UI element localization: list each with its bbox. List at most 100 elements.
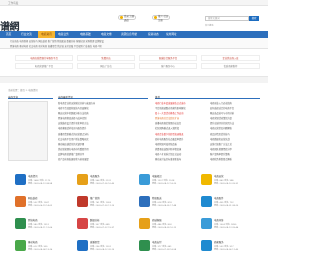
header: 谱網 登录 注册通道 推介 社员注册 搜索关键词 搜索 热门搜索: [0,6,268,33]
tile-title[interactable]: 商城客服 [152,218,162,222]
ad-slot[interactable]: 商城综合服务平台 [139,55,197,61]
tile-updated: 更新: 2020-08-09 10:12 [152,227,177,229]
tile-title[interactable]: 电商运营 [214,174,224,178]
ad-row-1: 电商在线资源共享服务平台 免费开店 商城综合服务平台 企业供应商入驻 [15,55,260,62]
hot-keywords: 热门搜索: [205,24,215,27]
tile-updated: 更新: 2020-08-12 20:15 [90,249,115,251]
truck-icon [139,196,150,207]
category-tile[interactable]: 电商服务 文章: 964 浏览: 2131 更新: 2020-07-26 10:45 [77,172,137,192]
category-tile[interactable]: 电商资讯 文章: 1680 浏览: 1175 更新: 2020-08-13 08:5… [15,172,75,192]
globe-icon [15,218,26,229]
tile-updated: 更新: 2020-06-19 14:02 [28,205,53,207]
tile-updated: 更新: 2020-08-13 09:44 [214,227,239,229]
tile-updated: 更新: 2020-07-22 15:37 [90,227,115,229]
feature-image[interactable] [8,101,48,161]
qa-icon [201,218,212,229]
ad-slot[interactable]: 免费开店 [77,55,135,61]
tile-title[interactable]: 移动电商 [28,240,38,244]
star-icon [154,15,158,20]
gear-icon [201,196,212,207]
article-list: 新电商企业的运营模式分析与发展方向 电商平台流量获取技巧全面解读 网店运营中的数据分… [58,101,148,162]
tile-title[interactable]: 电商资讯 [28,174,38,178]
category-tile[interactable]: 电脑知识 文章: 1207 浏览: 1528 更新: 2020-08-12 16:2… [139,172,199,192]
user-icon [120,15,124,20]
page: 工作有发 谱網 登录 注册通道 推介 社员注册 搜索关键词 搜索 热门搜索: 首… [0,0,268,267]
search-button[interactable]: 搜索 [249,16,259,22]
tile-title[interactable]: 电商问答 [214,218,224,222]
tile-title[interactable]: 推广营销 [90,196,100,200]
sub-nav-row-1[interactable]: 行业动态 电商新闻 运营技巧 网店装修 推广营销 物流配送 数据分析 客服培训 … [10,39,104,43]
computer-icon [139,174,150,185]
category-tile[interactable]: 电商配件 文章: 405 浏览: 722 更新: 2020-08-01 08:20 [201,194,261,214]
news-list: 电商行业年度发展报告正式发布 平台新规调整对商家的影响解读 双十一大促活动筹备工作启… [155,101,207,162]
phone-icon [15,240,26,251]
tile-title[interactable]: 电商服务 [90,174,100,178]
category-tile[interactable]: 跨境电商 文章: 980 浏览: 1512 更新: 2020-08-11 12:06 [15,216,75,236]
recommend-link[interactable]: 电商税务筹划要点解析 [210,157,262,162]
middle-column-title: 电商最新资讯 [58,95,148,99]
ad-slot[interactable]: 电商在线资源共享服务平台 [15,55,73,61]
category-tile[interactable]: 推广营销 文章: 761 浏览: 1093 更新: 2020-07-30 11:15 [77,194,137,214]
helmet-icon [201,174,212,185]
tile-title[interactable]: 网店装修 [28,196,38,200]
tile-updated: 更新: 2020-07-30 11:15 [90,205,115,207]
category-tile[interactable]: 商家服务 文章: 553 浏览: 917 更新: 2020-08-06 11:40 [201,238,261,258]
ad-slot[interactable]: 客户服务中心 [139,63,197,69]
category-tile[interactable]: 电商问答 文章: 1024 浏览: 1890 更新: 2020-08-13 09:4… [201,216,261,236]
register-pill[interactable]: 推介 社员注册 [152,14,170,22]
site-logo[interactable]: 谱網 [0,18,20,33]
tile-updated: 更新: 2020-07-26 10:45 [90,183,115,185]
badge-icon [77,196,88,207]
tile-updated: 更新: 2020-08-10 09:31 [214,183,239,185]
tile-title[interactable]: 跨境电商 [28,218,38,222]
article-link[interactable]: 农产品电商发展现状与前景展望 [58,157,148,162]
category-tile[interactable]: 移动电商 文章: 612 浏览: 955 更新: 2020-08-08 13:26 [15,238,75,258]
tv-icon [77,240,88,251]
banner-strip [0,76,268,83]
tile-updated: 更新: 2020-08-13 08:58 [28,183,53,185]
ad-slot[interactable]: 电商营销推广平台 [15,63,73,69]
category-tile[interactable]: 物流配送 文章: 618 浏览: 874 更新: 2020-08-05 17:48 [139,194,199,214]
search-input[interactable]: 搜索关键词 [205,16,249,22]
left-column-title: 电商文章 [8,95,53,99]
right-column-title: 推荐 [155,95,260,99]
sub-nav-row-2[interactable]: 跨境电商 移动电商 社交电商 农村电商 直播带货 供应链 支付金融 平台规则 行… [10,44,102,48]
tile-title[interactable]: 数据分析 [90,218,100,222]
category-tile[interactable]: 电商运营 文章: 843 浏览: 986 更新: 2020-08-10 09:31 [201,172,261,192]
tile-title[interactable]: 商家服务 [214,240,224,244]
service-icon [77,174,88,185]
category-tiles: 电商资讯 文章: 1680 浏览: 1175 更新: 2020-08-13 08:5… [15,172,260,262]
category-tile[interactable]: 商城客服 文章: 486 浏览: 803 更新: 2020-08-09 10:12 [139,216,199,236]
chart-icon [77,218,88,229]
sub-nav: 行业动态 电商新闻 运营技巧 网店装修 推广营销 物流配送 数据分析 客服培训 … [0,37,268,49]
ad-slot[interactable]: 优质商家推荐 [201,63,260,69]
news-icon [15,174,26,185]
tile-title[interactable]: 电商支付 [152,240,162,244]
tile-title[interactable]: 电脑知识 [152,174,162,178]
ad-slot[interactable]: 网店广告位 [77,63,135,69]
login-pill-label: 登录 注册通道 [123,14,135,22]
tile-updated: 更新: 2020-08-06 11:40 [214,249,239,251]
register-pill-label: 推介 社员注册 [157,14,169,22]
category-tile[interactable]: 网店装修 文章: 532 浏览: 1347 更新: 2020-06-19 14:02 [15,194,75,214]
top-bar-text: 工作有发 [8,2,19,6]
login-pill[interactable]: 登录 注册通道 [118,14,136,22]
news-link[interactable]: 移动支付安全标准更新发布 [155,157,207,162]
user-icon [201,240,212,251]
tile-title[interactable]: 电商配件 [214,196,224,200]
category-tile[interactable]: 电商支付 文章: 377 浏览: 641 更新: 2020-07-28 16:58 [139,238,199,258]
tile-title[interactable]: 物流配送 [152,196,162,200]
category-tile[interactable]: 数据分析 文章: 357 浏览: 689 更新: 2020-07-22 15:37 [77,216,137,236]
ad-row-2: 电商营销推广平台 网店广告位 客户服务中心 优质商家推荐 [15,63,260,70]
breadcrumb[interactable]: 当前位置：首页 > 电商资讯 [8,88,38,92]
tile-updated: 更新: 2020-08-12 16:20 [152,183,177,185]
tile-title[interactable]: 直播带货 [90,240,100,244]
tile-updated: 更新: 2020-08-11 12:06 [28,227,53,229]
wallet-icon [139,240,150,251]
tile-updated: 更新: 2020-08-08 13:26 [28,249,53,251]
recommend-list: 电商创业入门必读指南 如何选择适合的电商平台 网店选品技巧与市场分析 电商营销活动策划… [210,101,262,162]
tile-updated: 更新: 2020-08-01 08:20 [214,205,239,207]
category-tile[interactable]: 直播带货 文章: 294 浏览: 1201 更新: 2020-08-12 20:15 [77,238,137,258]
tile-updated: 更新: 2020-08-05 17:48 [152,205,177,207]
ad-slot[interactable]: 企业供应商入驻 [201,55,260,61]
